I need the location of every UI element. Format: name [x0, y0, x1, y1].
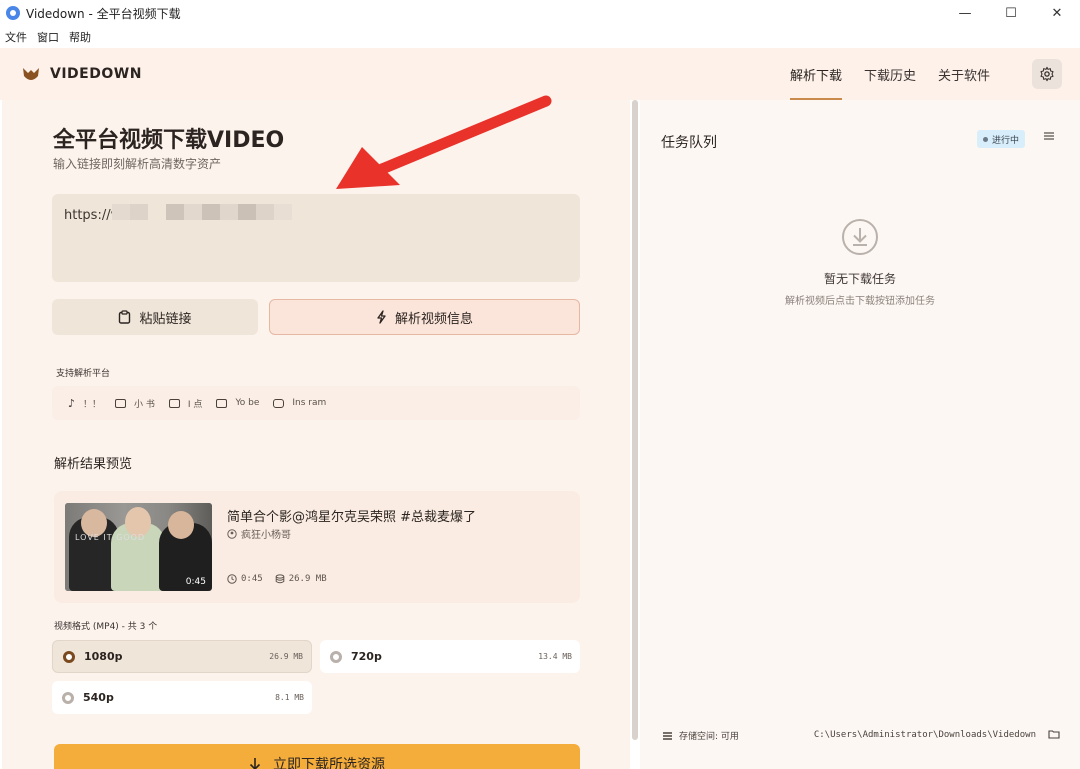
download-circle-icon — [842, 219, 878, 255]
download-selected-button[interactable]: 立即下载所选资源 — [54, 744, 580, 769]
database-icon — [275, 574, 284, 584]
page-subtitle: 输入链接即刻解析高清数字资产 — [53, 157, 222, 171]
video-title: 简单合个影@鸿星尔克吴荣照 #总裁麦爆了 — [227, 510, 477, 525]
preview-heading: 解析结果预览 — [54, 457, 133, 472]
format-name: 540p — [83, 691, 114, 704]
music-note-icon: ♪ — [68, 396, 76, 410]
app-header: VIDEDOWN 解析下载 下载历史 关于软件 — [0, 48, 1080, 100]
video-thumbnail[interactable]: LOVE IT GOOD 0:45 — [65, 503, 212, 591]
tab-download-history[interactable]: 下载历史 — [864, 48, 916, 100]
format-option-1080p[interactable]: 1080p 26.9 MB — [52, 640, 312, 673]
video-author: 疯狂小杨哥 — [227, 526, 291, 541]
paste-link-button[interactable]: 粘贴链接 — [52, 299, 258, 335]
platform-item: Yo be — [235, 398, 260, 408]
storage-icon — [663, 731, 672, 740]
format-radio[interactable] — [330, 650, 342, 663]
camera-icon — [273, 398, 285, 408]
brand-logo-icon — [23, 68, 39, 80]
page-title: 全平台视频下载VIDEO — [53, 128, 285, 153]
status-badge: 进行中 — [977, 130, 1026, 148]
window-titlebar: Videdown - 全平台视频下载 — ☐ ✕ — [0, 0, 1080, 26]
format-size: 26.9 MB — [269, 652, 303, 661]
video-duration: 0:45 — [241, 574, 263, 584]
platform-item: I 点 — [187, 399, 203, 410]
folder-icon[interactable] — [1048, 729, 1060, 739]
play-icon — [168, 398, 180, 408]
menu-help[interactable]: 帮助 — [69, 29, 91, 45]
menu-file[interactable]: 文件 — [5, 29, 27, 45]
video-size: 26.9 MB — [288, 574, 327, 584]
parse-video-label: 解析视频信息 — [394, 311, 473, 327]
platform-item: ！！ — [83, 399, 102, 410]
format-option-540p[interactable]: 540p 8.1 MB — [52, 681, 312, 714]
formats-heading: 视频格式 (MP4) - 共 3 个 — [54, 622, 158, 632]
download-selected-label: 立即下载所选资源 — [273, 757, 385, 769]
task-queue-panel: 任务队列 进行中 暂无下载任务 解析视频后点击下载按钮添加任务 存储空间: 可用… — [640, 100, 1080, 769]
left-panel-scrollbar[interactable] — [632, 100, 638, 740]
youtube-icon — [216, 398, 228, 408]
window-title: Videdown - 全平台视频下载 — [26, 6, 181, 21]
url-redaction — [112, 204, 292, 220]
format-option-720p[interactable]: 720p 13.4 MB — [320, 640, 580, 673]
platform-item: Ins ram — [292, 398, 327, 408]
format-radio[interactable] — [62, 691, 74, 704]
menubar: 文件 窗口 帮助 — [0, 26, 1080, 48]
arrow-down-icon — [249, 758, 261, 769]
status-badge-label: 进行中 — [992, 135, 1020, 146]
format-size: 8.1 MB — [275, 693, 304, 702]
lightning-icon — [377, 310, 386, 324]
list-menu-icon[interactable] — [1042, 130, 1056, 142]
menu-window[interactable]: 窗口 — [37, 29, 59, 45]
maximize-button[interactable]: ☐ — [988, 0, 1034, 26]
clipboard-icon — [119, 310, 131, 324]
minimize-button[interactable]: — — [942, 0, 988, 26]
platforms-heading: 支持解析平台 — [56, 369, 111, 379]
empty-queue-subtitle: 解析视频后点击下载按钮添加任务 — [785, 296, 935, 307]
queue-title: 任务队列 — [661, 135, 717, 151]
platform-list: ♪ ！！ 小 书 I 点 Yo be Ins ram — [52, 386, 580, 420]
platform-item: 小 书 — [134, 399, 155, 410]
thumbnail-duration: 0:45 — [185, 577, 206, 587]
close-button[interactable]: ✕ — [1034, 0, 1080, 26]
video-meta: 0:45 26.9 MB — [227, 574, 327, 584]
video-author-name: 疯狂小杨哥 — [241, 530, 291, 541]
storage-label: 存储空间: 可用 — [679, 732, 739, 742]
main-nav: 解析下载 下载历史 关于软件 — [789, 48, 990, 100]
window-controls: — ☐ ✕ — [942, 0, 1080, 26]
parse-video-button[interactable]: 解析视频信息 — [269, 299, 580, 335]
clock-icon — [227, 574, 237, 584]
tab-about[interactable]: 关于软件 — [938, 48, 990, 100]
format-size: 13.4 MB — [538, 652, 572, 661]
download-path[interactable]: C:\Users\Administrator\Downloads\Videdow… — [814, 730, 1036, 740]
paste-link-label: 粘贴链接 — [139, 311, 192, 327]
video-result-card[interactable]: LOVE IT GOOD 0:45 简单合个影@鸿星尔克吴荣照 #总裁麦爆了 疯… — [54, 491, 580, 603]
app-icon — [6, 6, 20, 20]
brand-name: VIDEDOWN — [50, 66, 142, 82]
storage-info: 存储空间: 可用 — [662, 729, 739, 742]
tab-parse-download[interactable]: 解析下载 — [789, 48, 842, 100]
format-name: 720p — [351, 650, 382, 663]
thumbnail-shirt-text: LOVE IT GOOD — [75, 533, 146, 542]
user-icon — [227, 528, 237, 539]
book-icon — [115, 398, 127, 408]
status-dot — [983, 136, 988, 142]
format-radio[interactable] — [63, 650, 75, 663]
empty-queue-title: 暂无下载任务 — [823, 272, 896, 286]
format-name: 1080p — [84, 650, 123, 663]
gear-icon — [1040, 66, 1054, 82]
settings-button[interactable] — [1032, 59, 1062, 89]
annotation-arrow — [336, 95, 552, 189]
